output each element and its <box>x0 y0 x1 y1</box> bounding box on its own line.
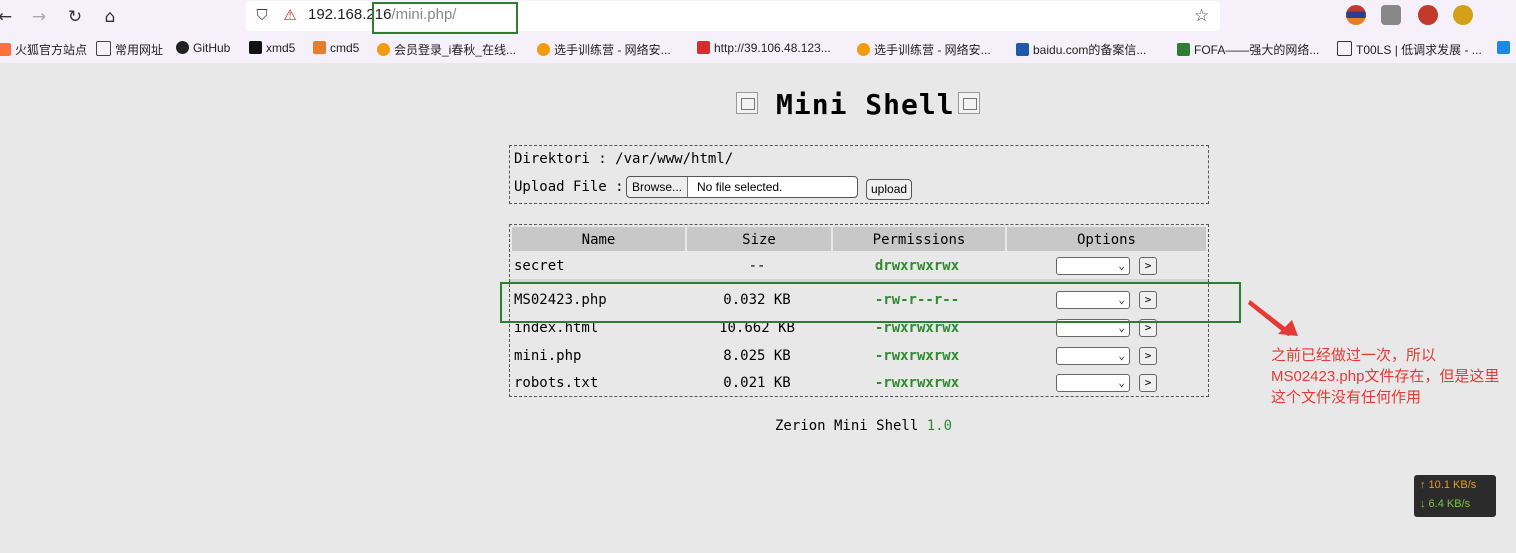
annotation-note: 之前已经做过一次，所以MS02423.php文件存在，但是这里这个文件没有任何作… <box>1271 347 1500 406</box>
row-highlight-box <box>500 282 1241 323</box>
no-file-text: No file selected. <box>697 180 783 194</box>
file-input[interactable]: Browse... No file selected. <box>626 176 858 198</box>
footer-text: Zerion Mini Shell <box>775 418 927 434</box>
bookmark-item[interactable]: T00LS | 低调求发展 - ... <box>1337 41 1482 58</box>
insecure-lock-icon[interactable]: ⚠ <box>280 5 300 25</box>
file-name[interactable]: secret <box>514 253 565 279</box>
file-size: 8.025 KB <box>723 348 791 364</box>
go-button[interactable]: > <box>1139 374 1157 392</box>
directory-line: Direktori : /var/www/html/ <box>514 151 733 167</box>
ichunqiu-icon <box>537 43 550 56</box>
extension-monkey-icon[interactable] <box>1453 5 1473 25</box>
table-row: mini.php 8.025 KB -rwxrwxrwx ⌄ > <box>510 343 1208 369</box>
folder-icon <box>96 41 111 56</box>
bookmark-item[interactable]: FOFA——强大的网络... <box>1177 41 1319 58</box>
footer-version: 1.0 <box>926 418 953 434</box>
url-highlight-box <box>372 2 518 34</box>
fofa-icon <box>1177 43 1190 56</box>
reload-icon[interactable]: ↻ <box>64 6 86 28</box>
browse-button[interactable]: Browse... <box>627 177 689 197</box>
go-button[interactable]: > <box>1139 257 1157 275</box>
options-select[interactable]: ⌄ <box>1056 347 1130 365</box>
xmd5-icon <box>249 41 262 54</box>
header-permissions: Permissions <box>833 227 1005 251</box>
browser-toolbar: ← → ↻ ⌂ ⛉ ⚠ 192.168.216/mini.php/ ☆ <box>0 0 1516 35</box>
bookmark-item[interactable]: 会员登录_i春秋_在线... <box>377 41 516 58</box>
table-row: secret -- drwxrwxrwx ⌄ > <box>510 253 1208 279</box>
annotation-arrow-icon <box>1248 300 1298 336</box>
forward-icon[interactable]: → <box>28 6 50 28</box>
header-options: Options <box>1007 227 1206 251</box>
file-permissions[interactable]: -rwxrwxrwx <box>832 370 1002 396</box>
bookmark-overflow[interactable] <box>1497 41 1514 55</box>
github-icon <box>176 41 189 54</box>
extension-flag-icon[interactable] <box>1346 5 1366 25</box>
file-name[interactable]: mini.php <box>514 343 581 369</box>
directory-path[interactable]: /var/www/html/ <box>615 151 733 167</box>
upload-label: Upload File : <box>514 179 624 195</box>
url-host: 192.168.2 <box>308 6 375 23</box>
header-size: Size <box>687 227 831 251</box>
network-speed-widget: ↑ 10.1 KB/s ↓ 6.4 KB/s <box>1414 475 1496 517</box>
extension-container-icon[interactable] <box>1381 5 1401 25</box>
hex-icon <box>1497 41 1510 54</box>
tools-icon <box>1337 41 1352 56</box>
baidu-icon <box>1016 43 1029 56</box>
bookmarks-bar: 火狐官方站点 常用网址 GitHub xmd5 cmd5 会员登录_i春秋_在线… <box>0 35 1516 63</box>
ichunqiu-icon <box>857 43 870 56</box>
back-icon[interactable]: ← <box>0 6 16 28</box>
page-title-text: Mini Shell <box>776 88 955 121</box>
cmd5-icon <box>313 41 326 54</box>
chevron-down-icon: ⌄ <box>1118 259 1125 272</box>
bookmark-item[interactable]: 火狐官方站点 <box>0 41 87 58</box>
shield-icon[interactable]: ⛉ <box>252 5 272 25</box>
file-permissions[interactable]: -rwxrwxrwx <box>832 343 1002 369</box>
bookmark-item[interactable]: xmd5 <box>249 41 295 55</box>
chevron-down-icon: ⌄ <box>1118 349 1125 362</box>
directory-label: Direktori : <box>514 151 616 167</box>
chevron-down-icon: ⌄ <box>1118 376 1125 389</box>
file-size: 0.021 KB <box>723 375 791 391</box>
bookmark-star-icon[interactable]: ☆ <box>1194 6 1209 26</box>
bookmark-item[interactable]: GitHub <box>176 41 230 55</box>
file-name[interactable]: robots.txt <box>514 370 598 396</box>
header-name: Name <box>512 227 685 251</box>
broken-image-icon <box>736 92 758 114</box>
go-button[interactable]: > <box>1139 347 1157 365</box>
extension-red-icon[interactable] <box>1418 5 1438 25</box>
download-speed: ↓ 6.4 KB/s <box>1420 498 1471 510</box>
bookmark-item[interactable]: 选手训练营 - 网络安... <box>537 41 671 58</box>
bookmark-item[interactable]: http://39.106.48.123... <box>697 41 831 55</box>
home-icon[interactable]: ⌂ <box>99 6 121 28</box>
directory-panel: Direktori : /var/www/html/ Upload File :… <box>509 145 1209 204</box>
bookmark-item[interactable]: cmd5 <box>313 41 359 55</box>
file-size: -- <box>748 258 766 274</box>
upload-button[interactable]: upload <box>866 179 913 200</box>
bookmark-item[interactable]: baidu.com的备案信... <box>1016 41 1146 58</box>
broken-image-icon <box>958 92 980 114</box>
table-row: robots.txt 0.021 KB -rwxrwxrwx ⌄ > <box>510 370 1208 396</box>
z-icon <box>697 41 710 54</box>
upload-speed: ↑ 10.1 KB/s <box>1420 479 1477 491</box>
ichunqiu-icon <box>377 43 390 56</box>
footer: Zerion Mini Shell 1.0 <box>775 418 952 434</box>
firefox-icon <box>0 43 11 56</box>
bookmark-item[interactable]: 选手训练营 - 网络安... <box>857 41 991 58</box>
bookmark-folder[interactable]: 常用网址 <box>96 41 163 58</box>
file-permissions[interactable]: drwxrwxrwx <box>832 253 1002 279</box>
options-select[interactable]: ⌄ <box>1056 374 1130 392</box>
options-select[interactable]: ⌄ <box>1056 257 1130 275</box>
